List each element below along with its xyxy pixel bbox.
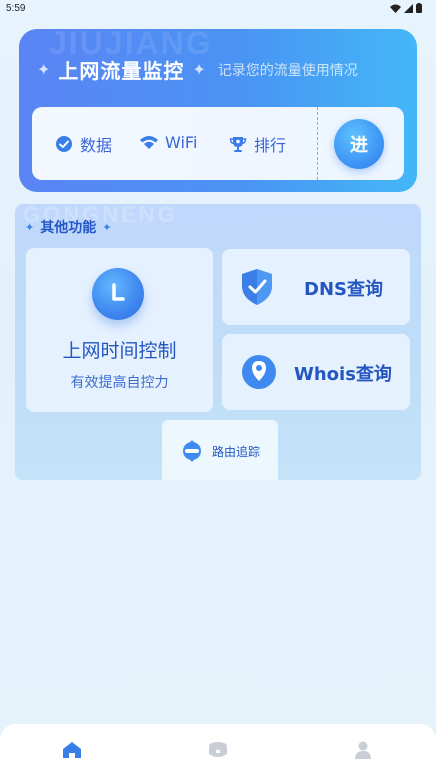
top-card-title-row: ✦ 上网流量监控 ✦ 记录您的流量使用情况 <box>37 55 358 84</box>
time-control-title: 上网时间控制 <box>62 340 177 362</box>
wifi-signal-icon <box>390 4 401 13</box>
ranking-shortcut[interactable]: 排行 <box>228 132 286 156</box>
bottom-nav <box>0 724 436 775</box>
shield-check-icon <box>238 267 276 311</box>
trophy-icon <box>228 134 248 154</box>
sparkle-icon: ✦ <box>25 220 35 234</box>
check-circle-icon <box>54 134 74 154</box>
nav-profile[interactable] <box>351 738 375 762</box>
traffic-monitor-card: JIUJIANG ✦ 上网流量监控 ✦ 记录您的流量使用情况 数据 WiFi 排… <box>19 29 417 192</box>
cell-signal-icon <box>404 3 413 13</box>
time-control-subtitle: 有效提高自控力 <box>70 375 169 391</box>
battery-icon <box>416 3 422 13</box>
top-card-inner-panel: 数据 WiFi 排行 进 <box>32 107 404 180</box>
nav-home[interactable] <box>60 738 84 762</box>
enter-button[interactable]: 进 <box>334 119 384 169</box>
sparkle-icon: ✦ <box>37 60 51 79</box>
dns-query-label: DNS查询 <box>304 279 383 300</box>
other-features-panel: GONGNENG ✦ 其他功能 ✦ 上网时间控制 有效提高自控力 DNS查询 W… <box>15 204 421 480</box>
box-icon <box>209 742 227 757</box>
person-icon <box>355 741 371 759</box>
dns-query-card[interactable]: DNS查询 <box>222 249 410 325</box>
sparkle-icon: ✦ <box>192 60 206 79</box>
clock-icon <box>92 268 144 320</box>
home-icon <box>63 742 81 758</box>
status-bar: 5:59 <box>0 0 436 18</box>
sparkle-icon: ✦ <box>102 220 112 234</box>
data-shortcut[interactable]: 数据 <box>54 132 112 156</box>
route-trace-card[interactable]: 路由追踪 <box>162 420 278 480</box>
wifi-icon <box>139 132 159 152</box>
whois-query-card[interactable]: Whois查询 <box>222 334 410 410</box>
dashed-divider <box>317 107 318 180</box>
top-card-subtitle: 记录您的流量使用情况 <box>217 62 358 79</box>
top-card-title: 上网流量监控 <box>58 59 185 83</box>
wifi-shortcut-label: WiFi <box>165 132 198 152</box>
features-header: ✦ 其他功能 ✦ <box>25 217 111 237</box>
data-shortcut-label: 数据 <box>80 136 113 155</box>
nav-box[interactable] <box>206 738 230 762</box>
status-time: 5:59 <box>6 3 26 14</box>
route-icon <box>180 440 204 466</box>
route-trace-label: 路由追踪 <box>212 445 261 459</box>
location-pin-icon <box>240 352 278 396</box>
ranking-shortcut-label: 排行 <box>254 136 287 155</box>
wifi-shortcut[interactable]: WiFi <box>139 132 197 152</box>
features-title: 其他功能 <box>40 220 97 236</box>
whois-query-label: Whois查询 <box>294 364 392 385</box>
status-icons <box>390 3 422 13</box>
time-control-card[interactable]: 上网时间控制 有效提高自控力 <box>26 248 213 412</box>
